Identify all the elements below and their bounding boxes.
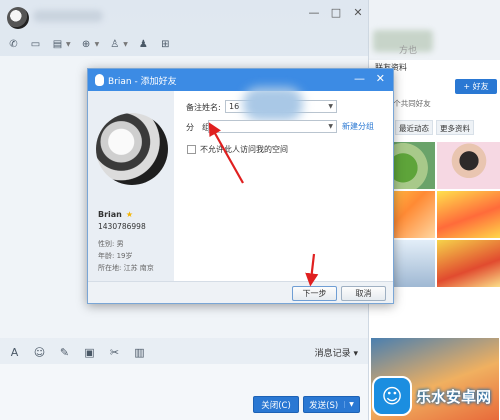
avatar[interactable]: [7, 7, 29, 29]
photo-thumbnail[interactable]: [437, 240, 500, 287]
blurred-remark: [243, 87, 303, 121]
add-friend-button[interactable]: + 好友: [455, 79, 497, 94]
chat-toolbar: ✆ ▭ ▤ ▼ ⊕ ▼ ♙ ▼ ♟ ⊞: [0, 34, 368, 54]
panel-banner: 方也: [369, 0, 500, 60]
share-screen-icon[interactable]: ⊞: [159, 38, 172, 50]
chevron-down-icon[interactable]: ▼: [95, 41, 100, 48]
shake-icon[interactable]: ✎: [58, 346, 71, 359]
input-toolbar: A ☺ ✎ ▣ ✂ ▥ 消息记录 ▾: [0, 340, 368, 364]
tab-recent-activity[interactable]: 最近动态: [395, 120, 433, 135]
profile-photo: [96, 113, 168, 185]
blurred-contact-name: [33, 10, 103, 22]
maximize-icon[interactable]: □: [330, 6, 342, 19]
close-icon[interactable]: ✕: [376, 72, 385, 85]
minimize-icon[interactable]: —: [354, 72, 365, 85]
dialog-footer: 下一步 取消: [88, 281, 393, 303]
watermark-logo-icon: ☺: [372, 376, 412, 416]
cancel-button[interactable]: 取消: [341, 286, 386, 301]
folder-icon[interactable]: ▤: [51, 38, 64, 50]
clipboard-icon[interactable]: ▥: [133, 346, 146, 359]
font-icon[interactable]: A: [8, 346, 21, 359]
deny-space-label: 不允许此人访问我的空间: [200, 145, 288, 154]
new-group-link[interactable]: 新建分组: [342, 121, 374, 132]
dialog-titlebar: Brian - 添加好友 — ✕: [88, 69, 393, 91]
scissors-icon[interactable]: ✂: [108, 346, 121, 359]
group-select[interactable]: ▼: [208, 120, 337, 133]
profile-gender: 性别: 男: [98, 240, 124, 248]
message-record-button[interactable]: 消息记录 ▾: [315, 346, 358, 359]
profile-age: 年龄: 19岁: [98, 252, 133, 260]
tab-more-info[interactable]: 更多资料: [436, 120, 474, 135]
watermark: ☺ 乐水安卓网: [368, 372, 500, 420]
star-icon: ★: [125, 210, 134, 219]
profile-location: 所在地: 江苏 南京: [98, 264, 154, 272]
chat-header: — □ ✕: [0, 0, 368, 34]
minimize-icon[interactable]: —: [308, 6, 320, 19]
emoji-icon[interactable]: ☺: [33, 346, 46, 359]
send-button[interactable]: 发送(S) ▼: [303, 396, 360, 413]
image-icon[interactable]: ▣: [83, 346, 96, 359]
chevron-down-icon[interactable]: ▼: [328, 121, 333, 132]
close-icon[interactable]: ✕: [352, 6, 364, 19]
close-chat-button[interactable]: 关闭(C): [253, 396, 299, 413]
remark-label: 备注姓名:: [186, 103, 221, 112]
profile-card: Brian ★ 1430786998 性别: 男 年龄: 19岁 所在地: 江苏 …: [88, 91, 174, 281]
chevron-down-icon[interactable]: ▼: [66, 41, 71, 48]
video-icon[interactable]: ▭: [29, 38, 42, 50]
photo-thumbnail[interactable]: [437, 142, 500, 189]
profile-id: 1430786998: [98, 222, 146, 231]
send-options-icon[interactable]: ▼: [344, 401, 354, 408]
add-friend-dialog: Brian - 添加好友 — ✕ Brian ★ 1430786998 性别: 男…: [87, 68, 394, 304]
profile-name: Brian ★: [98, 210, 134, 219]
group-icon[interactable]: ♟: [137, 38, 150, 50]
chevron-down-icon[interactable]: ▼: [123, 41, 128, 48]
window-controls: — □ ✕: [308, 6, 364, 19]
banner-name: 方也: [399, 46, 418, 56]
watermark-text: 乐水安卓网: [416, 387, 492, 406]
remark-value: 16: [229, 102, 240, 111]
next-step-button[interactable]: 下一步: [292, 286, 337, 301]
photo-thumbnail[interactable]: [437, 191, 500, 238]
dialog-title: Brian - 添加好友: [108, 77, 177, 87]
chevron-down-icon[interactable]: ▼: [328, 101, 333, 112]
apps-icon[interactable]: ⊕: [80, 38, 93, 50]
invite-icon[interactable]: ♙: [108, 38, 121, 50]
phone-icon[interactable]: ✆: [7, 38, 20, 50]
qq-logo-icon: [95, 74, 104, 86]
deny-space-checkbox[interactable]: [187, 145, 196, 154]
